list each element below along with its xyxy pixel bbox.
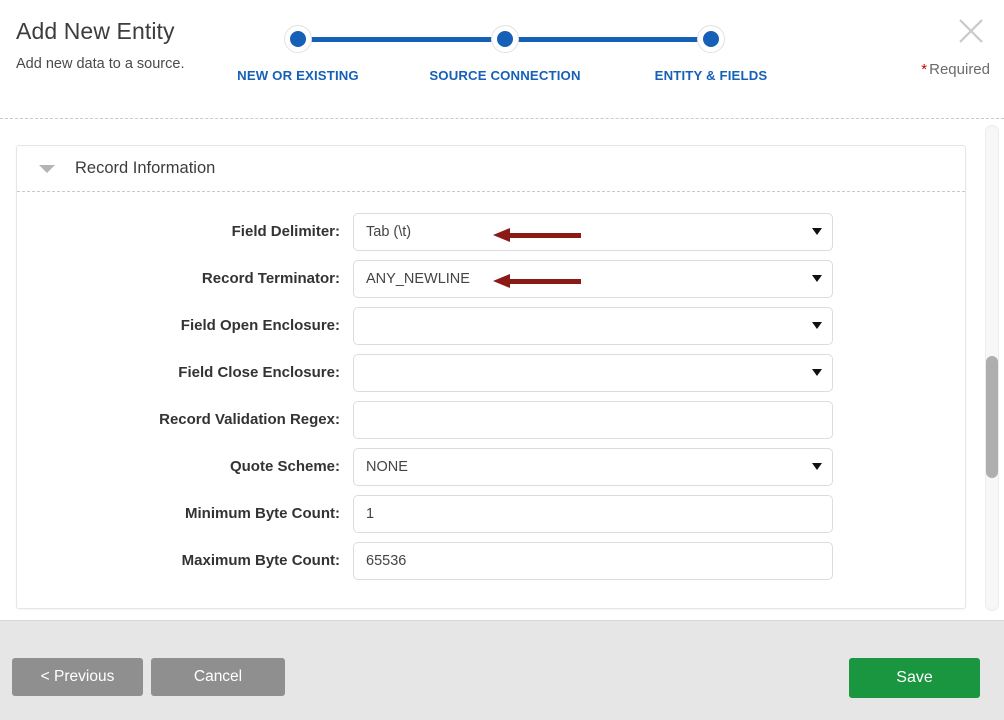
record-terminator-wrap: ANY_NEWLINE bbox=[353, 259, 833, 298]
minimum-byte-count-input[interactable] bbox=[353, 494, 833, 533]
quote-scheme-label: Quote Scheme: bbox=[229, 458, 340, 475]
maximum-byte-count-wrap bbox=[353, 541, 833, 580]
step-label: ENTITY & FIELDS bbox=[654, 68, 768, 83]
minimum-byte-count-wrap bbox=[353, 494, 833, 533]
form-row: Maximum Byte Count: bbox=[17, 537, 965, 584]
maximum-byte-count-input[interactable] bbox=[353, 541, 833, 580]
minimum-byte-count-label: Minimum Byte Count: bbox=[185, 505, 340, 522]
form-row: Field Open Enclosure: bbox=[17, 302, 965, 349]
form-row: Record Terminator: ANY_NEWLINE bbox=[17, 255, 965, 302]
vertical-scrollbar[interactable] bbox=[985, 125, 999, 611]
field-open-enclosure-select[interactable] bbox=[353, 306, 833, 345]
save-button[interactable]: Save bbox=[849, 658, 980, 698]
form-row: Quote Scheme: NONE bbox=[17, 443, 965, 490]
previous-button[interactable]: < Previous bbox=[12, 658, 143, 696]
step-entity-and-fields[interactable]: ENTITY & FIELDS bbox=[631, 25, 791, 83]
field-delimiter-wrap: Tab (\t) bbox=[353, 212, 833, 251]
field-delimiter-select[interactable]: Tab (\t) bbox=[353, 212, 833, 251]
progress-stepper: NEW OR EXISTING SOURCE CONNECTION ENTITY… bbox=[237, 25, 768, 100]
title-block: Add New Entity Add new data to a source. bbox=[16, 16, 184, 73]
record-information-panel: Record Information Field Delimiter: Tab … bbox=[16, 145, 966, 609]
step-new-or-existing[interactable]: NEW OR EXISTING bbox=[218, 25, 378, 83]
chevron-down-icon[interactable] bbox=[39, 164, 55, 173]
dialog-footer: < Previous Cancel Save bbox=[0, 620, 1004, 720]
record-validation-regex-label: Record Validation Regex: bbox=[159, 411, 340, 428]
dialog-header: Add New Entity Add new data to a source.… bbox=[0, 0, 1004, 118]
maximum-byte-count-label: Maximum Byte Count: bbox=[181, 552, 340, 569]
step-dot-icon bbox=[491, 25, 519, 53]
field-open-enclosure-wrap bbox=[353, 306, 833, 345]
field-close-enclosure-label: Field Close Enclosure: bbox=[178, 364, 340, 381]
step-label: NEW OR EXISTING bbox=[237, 68, 359, 83]
page-title: Add New Entity bbox=[16, 18, 175, 44]
page-subtitle: Add new data to a source. bbox=[16, 56, 185, 72]
step-dot-icon bbox=[284, 25, 312, 53]
record-validation-regex-input[interactable] bbox=[353, 400, 833, 439]
step-label: SOURCE CONNECTION bbox=[429, 68, 581, 83]
panel-title: Record Information bbox=[75, 159, 216, 177]
record-terminator-label: Record Terminator: bbox=[201, 270, 340, 287]
record-validation-regex-wrap bbox=[353, 400, 833, 439]
field-open-enclosure-label: Field Open Enclosure: bbox=[180, 317, 340, 334]
quote-scheme-wrap: NONE bbox=[353, 447, 833, 486]
step-source-connection[interactable]: SOURCE CONNECTION bbox=[425, 25, 585, 83]
required-label: Required bbox=[929, 61, 990, 78]
scrollbar-thumb[interactable] bbox=[986, 356, 998, 478]
record-information-panel-header[interactable]: Record Information bbox=[17, 146, 965, 192]
form-row: Field Close Enclosure: bbox=[17, 349, 965, 396]
cancel-button[interactable]: Cancel bbox=[151, 658, 285, 696]
record-terminator-select[interactable]: ANY_NEWLINE bbox=[353, 259, 833, 298]
step-dot-icon bbox=[697, 25, 725, 53]
required-note: * Required bbox=[921, 61, 990, 78]
close-icon[interactable] bbox=[952, 12, 990, 50]
form-scroll-region: Record Information Field Delimiter: Tab … bbox=[0, 118, 1004, 620]
form-row: Field Delimiter: Tab (\t) bbox=[17, 208, 965, 255]
required-asterisk: * bbox=[921, 61, 928, 78]
form-row: Minimum Byte Count: bbox=[17, 490, 965, 537]
field-close-enclosure-select[interactable] bbox=[353, 353, 833, 392]
form-row: Record Validation Regex: bbox=[17, 396, 965, 443]
field-delimiter-label: Field Delimiter: bbox=[231, 223, 340, 240]
field-close-enclosure-wrap bbox=[353, 353, 833, 392]
record-information-form: Field Delimiter: Tab (\t) Record Termina… bbox=[17, 192, 965, 608]
quote-scheme-select[interactable]: NONE bbox=[353, 447, 833, 486]
